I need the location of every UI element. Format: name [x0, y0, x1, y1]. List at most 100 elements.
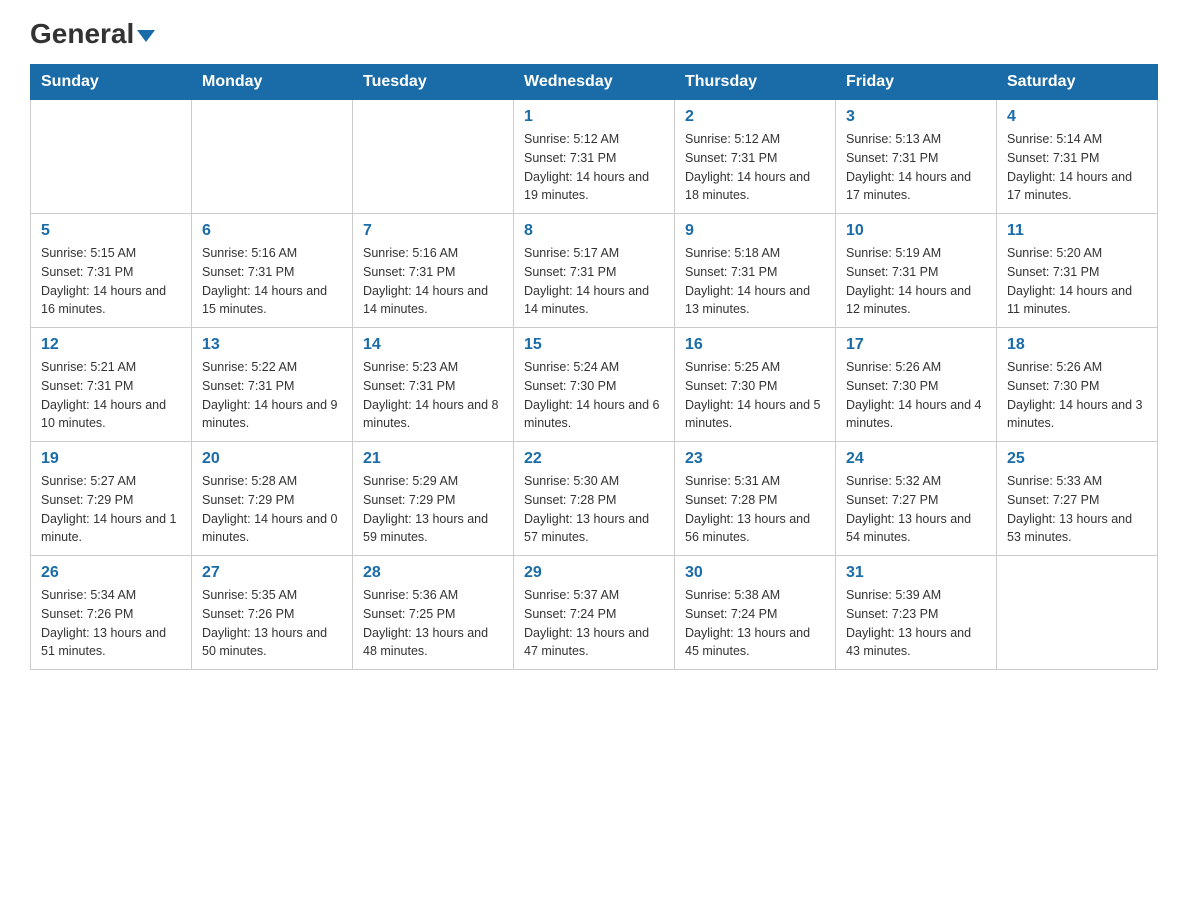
day-number: 4: [1007, 108, 1147, 126]
day-info: Sunrise: 5:15 AM Sunset: 7:31 PM Dayligh…: [41, 244, 181, 319]
day-number: 16: [685, 336, 825, 354]
calendar-cell: 3 Sunrise: 5:13 AM Sunset: 7:31 PM Daylig…: [836, 100, 997, 214]
calendar-cell: 9 Sunrise: 5:18 AM Sunset: 7:31 PM Daylig…: [675, 214, 836, 328]
calendar-cell: 28 Sunrise: 5:36 AM Sunset: 7:25 PM Dayli…: [353, 556, 514, 670]
day-info: Sunrise: 5:23 AM Sunset: 7:31 PM Dayligh…: [363, 358, 503, 433]
day-info: Sunrise: 5:29 AM Sunset: 7:29 PM Dayligh…: [363, 472, 503, 547]
day-number: 7: [363, 222, 503, 240]
week-row-4: 19 Sunrise: 5:27 AM Sunset: 7:29 PM Dayli…: [31, 442, 1158, 556]
calendar-cell: 1Sunrise: 5:12 AM Sunset: 7:31 PM Daylig…: [514, 100, 675, 214]
calendar-cell: 2Sunrise: 5:12 AM Sunset: 7:31 PM Daylig…: [675, 100, 836, 214]
day-info: Sunrise: 5:27 AM Sunset: 7:29 PM Dayligh…: [41, 472, 181, 547]
calendar-table: SundayMondayTuesdayWednesdayThursdayFrid…: [30, 64, 1158, 670]
day-number: 8: [524, 222, 664, 240]
day-number: 5: [41, 222, 181, 240]
day-number: 24: [846, 450, 986, 468]
day-info: Sunrise: 5:31 AM Sunset: 7:28 PM Dayligh…: [685, 472, 825, 547]
day-info: Sunrise: 5:35 AM Sunset: 7:26 PM Dayligh…: [202, 586, 342, 661]
calendar-cell: 29Sunrise: 5:37 AM Sunset: 7:24 PM Dayli…: [514, 556, 675, 670]
day-number: 30: [685, 564, 825, 582]
day-info: Sunrise: 5:39 AM Sunset: 7:23 PM Dayligh…: [846, 586, 986, 661]
calendar-cell: 15 Sunrise: 5:24 AM Sunset: 7:30 PM Dayli…: [514, 328, 675, 442]
day-info: Sunrise: 5:20 AM Sunset: 7:31 PM Dayligh…: [1007, 244, 1147, 319]
calendar-cell: 10Sunrise: 5:19 AM Sunset: 7:31 PM Dayli…: [836, 214, 997, 328]
logo-arrow-icon: [137, 30, 155, 42]
header-day-friday: Friday: [836, 65, 997, 100]
calendar-cell: 25 Sunrise: 5:33 AM Sunset: 7:27 PM Dayli…: [997, 442, 1158, 556]
day-info: Sunrise: 5:37 AM Sunset: 7:24 PM Dayligh…: [524, 586, 664, 661]
calendar-cell: 7 Sunrise: 5:16 AM Sunset: 7:31 PM Daylig…: [353, 214, 514, 328]
calendar-cell: 11 Sunrise: 5:20 AM Sunset: 7:31 PM Dayli…: [997, 214, 1158, 328]
day-info: Sunrise: 5:13 AM Sunset: 7:31 PM Dayligh…: [846, 130, 986, 205]
day-info: Sunrise: 5:16 AM Sunset: 7:31 PM Dayligh…: [202, 244, 342, 319]
calendar-cell: 21 Sunrise: 5:29 AM Sunset: 7:29 PM Dayli…: [353, 442, 514, 556]
week-row-1: 1Sunrise: 5:12 AM Sunset: 7:31 PM Daylig…: [31, 100, 1158, 214]
calendar-cell: 27 Sunrise: 5:35 AM Sunset: 7:26 PM Dayli…: [192, 556, 353, 670]
day-info: Sunrise: 5:34 AM Sunset: 7:26 PM Dayligh…: [41, 586, 181, 661]
day-number: 15: [524, 336, 664, 354]
day-number: 23: [685, 450, 825, 468]
header-day-thursday: Thursday: [675, 65, 836, 100]
day-number: 3: [846, 108, 986, 126]
calendar-cell: [353, 100, 514, 214]
day-number: 18: [1007, 336, 1147, 354]
day-number: 19: [41, 450, 181, 468]
calendar-cell: 5 Sunrise: 5:15 AM Sunset: 7:31 PM Daylig…: [31, 214, 192, 328]
week-row-2: 5 Sunrise: 5:15 AM Sunset: 7:31 PM Daylig…: [31, 214, 1158, 328]
day-info: Sunrise: 5:28 AM Sunset: 7:29 PM Dayligh…: [202, 472, 342, 547]
day-number: 9: [685, 222, 825, 240]
day-info: Sunrise: 5:18 AM Sunset: 7:31 PM Dayligh…: [685, 244, 825, 319]
header-day-tuesday: Tuesday: [353, 65, 514, 100]
calendar-body: 1Sunrise: 5:12 AM Sunset: 7:31 PM Daylig…: [31, 100, 1158, 670]
day-number: 22: [524, 450, 664, 468]
logo: General: [30, 20, 155, 44]
calendar-cell: 4 Sunrise: 5:14 AM Sunset: 7:31 PM Daylig…: [997, 100, 1158, 214]
logo-general: General: [30, 20, 155, 48]
day-number: 2: [685, 108, 825, 126]
day-info: Sunrise: 5:21 AM Sunset: 7:31 PM Dayligh…: [41, 358, 181, 433]
calendar-cell: 20 Sunrise: 5:28 AM Sunset: 7:29 PM Dayli…: [192, 442, 353, 556]
calendar-cell: 26 Sunrise: 5:34 AM Sunset: 7:26 PM Dayli…: [31, 556, 192, 670]
day-number: 21: [363, 450, 503, 468]
calendar-cell: [192, 100, 353, 214]
calendar-cell: 30Sunrise: 5:38 AM Sunset: 7:24 PM Dayli…: [675, 556, 836, 670]
calendar-cell: 22 Sunrise: 5:30 AM Sunset: 7:28 PM Dayli…: [514, 442, 675, 556]
day-number: 14: [363, 336, 503, 354]
day-number: 11: [1007, 222, 1147, 240]
day-info: Sunrise: 5:26 AM Sunset: 7:30 PM Dayligh…: [1007, 358, 1147, 433]
day-number: 6: [202, 222, 342, 240]
day-info: Sunrise: 5:19 AM Sunset: 7:31 PM Dayligh…: [846, 244, 986, 319]
week-row-3: 12Sunrise: 5:21 AM Sunset: 7:31 PM Dayli…: [31, 328, 1158, 442]
day-number: 13: [202, 336, 342, 354]
day-info: Sunrise: 5:14 AM Sunset: 7:31 PM Dayligh…: [1007, 130, 1147, 205]
day-info: Sunrise: 5:36 AM Sunset: 7:25 PM Dayligh…: [363, 586, 503, 661]
calendar-cell: 18 Sunrise: 5:26 AM Sunset: 7:30 PM Dayli…: [997, 328, 1158, 442]
day-info: Sunrise: 5:24 AM Sunset: 7:30 PM Dayligh…: [524, 358, 664, 433]
calendar-cell: 12Sunrise: 5:21 AM Sunset: 7:31 PM Dayli…: [31, 328, 192, 442]
day-info: Sunrise: 5:32 AM Sunset: 7:27 PM Dayligh…: [846, 472, 986, 547]
calendar-cell: 14 Sunrise: 5:23 AM Sunset: 7:31 PM Dayli…: [353, 328, 514, 442]
header-day-monday: Monday: [192, 65, 353, 100]
day-number: 25: [1007, 450, 1147, 468]
day-number: 20: [202, 450, 342, 468]
calendar-cell: 13 Sunrise: 5:22 AM Sunset: 7:31 PM Dayli…: [192, 328, 353, 442]
week-row-5: 26 Sunrise: 5:34 AM Sunset: 7:26 PM Dayli…: [31, 556, 1158, 670]
day-info: Sunrise: 5:12 AM Sunset: 7:31 PM Dayligh…: [524, 130, 664, 205]
day-number: 31: [846, 564, 986, 582]
calendar-cell: [997, 556, 1158, 670]
day-info: Sunrise: 5:17 AM Sunset: 7:31 PM Dayligh…: [524, 244, 664, 319]
day-number: 17: [846, 336, 986, 354]
day-info: Sunrise: 5:30 AM Sunset: 7:28 PM Dayligh…: [524, 472, 664, 547]
day-info: Sunrise: 5:22 AM Sunset: 7:31 PM Dayligh…: [202, 358, 342, 433]
day-info: Sunrise: 5:16 AM Sunset: 7:31 PM Dayligh…: [363, 244, 503, 319]
day-number: 26: [41, 564, 181, 582]
day-info: Sunrise: 5:33 AM Sunset: 7:27 PM Dayligh…: [1007, 472, 1147, 547]
calendar-cell: 6 Sunrise: 5:16 AM Sunset: 7:31 PM Daylig…: [192, 214, 353, 328]
day-number: 27: [202, 564, 342, 582]
calendar-cell: 23 Sunrise: 5:31 AM Sunset: 7:28 PM Dayli…: [675, 442, 836, 556]
calendar-cell: 16Sunrise: 5:25 AM Sunset: 7:30 PM Dayli…: [675, 328, 836, 442]
calendar-cell: 31 Sunrise: 5:39 AM Sunset: 7:23 PM Dayli…: [836, 556, 997, 670]
day-info: Sunrise: 5:26 AM Sunset: 7:30 PM Dayligh…: [846, 358, 986, 433]
header-day-wednesday: Wednesday: [514, 65, 675, 100]
day-number: 28: [363, 564, 503, 582]
